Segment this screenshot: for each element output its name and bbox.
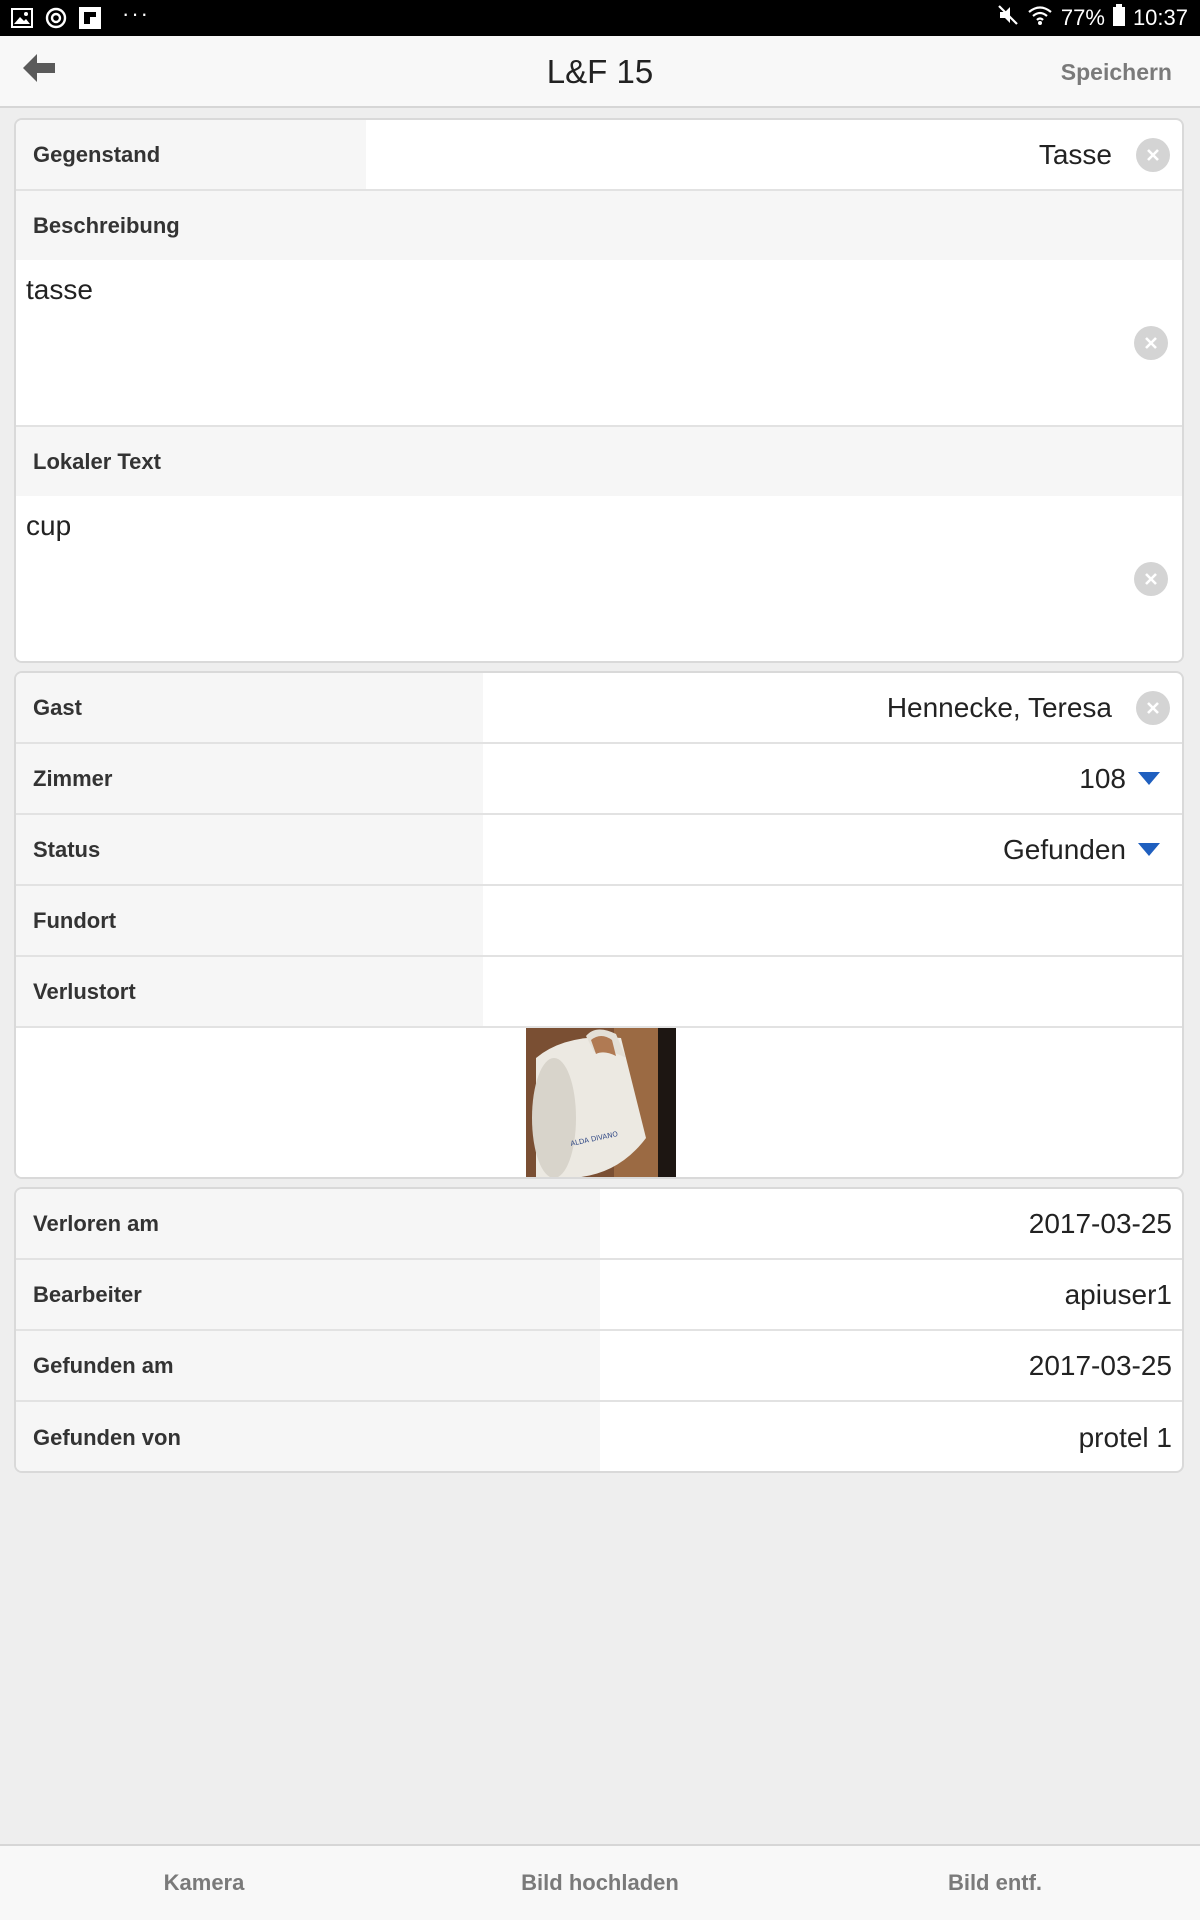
fundort-input[interactable] [483,886,1182,955]
gefunden-am-label: Gefunden am [16,1331,600,1400]
beschreibung-clear-button[interactable] [1134,326,1168,360]
verlustort-input[interactable] [483,957,1182,1026]
beschreibung-input[interactable]: tasse [26,270,1112,425]
gefunden-am-value: 2017-03-25 [1028,1349,1172,1381]
chevron-down-icon[interactable] [1138,772,1160,785]
gegenstand-field[interactable]: Tasse [366,120,1182,189]
mute-icon [997,4,1019,32]
camera-button[interactable]: Kamera [104,1846,304,1920]
item-photo[interactable]: ALDA DIVANO [526,1028,676,1177]
lokaler-text-field[interactable]: cup [16,496,1182,661]
more-notifications-icon: ··· [122,1,150,26]
gegenstand-clear-button[interactable] [1136,137,1170,172]
close-icon [1145,573,1157,585]
upload-image-button[interactable]: Bild hochladen [480,1846,720,1920]
lokaler-text-input[interactable]: cup [26,506,1112,661]
fundort-row: Fundort [16,886,1182,957]
status-bar-right: 77% 10:37 [997,4,1188,32]
verloren-am-row: Verloren am 2017-03-25 [16,1189,1182,1260]
zimmer-select[interactable]: 108 [483,744,1182,813]
gefunden-von-field[interactable]: protel 1 [600,1402,1182,1471]
status-row: Status Gefunden [16,815,1182,886]
gast-value: Hennecke, Teresa [886,691,1112,723]
verloren-am-field[interactable]: 2017-03-25 [600,1189,1182,1258]
bearbeiter-value: apiuser1 [1064,1278,1172,1310]
fundort-label: Fundort [16,886,483,955]
guest-card: Gast Hennecke, Teresa Zimmer 108 Status … [14,671,1184,1179]
close-icon [1147,148,1159,161]
gefunden-von-label: Gefunden von [16,1402,600,1471]
flipboard-icon [78,7,102,29]
gegenstand-value: Tasse [1038,138,1112,170]
gefunden-von-value: protel 1 [1078,1421,1172,1453]
status-label: Status [16,815,483,884]
back-button[interactable] [18,50,62,90]
app-header: L&F 15 Speichern [0,36,1200,108]
gast-row: Gast Hennecke, Teresa [16,673,1182,744]
status-bar: ··· 77% 10:37 [0,0,1200,36]
close-icon [1147,701,1159,714]
arrow-left-icon [23,53,57,87]
beschreibung-field[interactable]: tasse [16,260,1182,427]
lokaler-text-label: Lokaler Text [16,427,1182,496]
beschreibung-label: Beschreibung [16,191,1182,260]
bearbeiter-field[interactable]: apiuser1 [600,1260,1182,1329]
sync-icon [44,7,68,29]
gefunden-am-field[interactable]: 2017-03-25 [600,1331,1182,1400]
item-card: Gegenstand Tasse Beschreibung tasse Loka… [14,118,1184,663]
wifi-icon [1027,4,1053,32]
zimmer-label: Zimmer [16,744,483,813]
close-icon [1145,337,1157,349]
zimmer-row: Zimmer 108 [16,744,1182,815]
bearbeiter-row: Bearbeiter apiuser1 [16,1260,1182,1331]
info-card: Verloren am 2017-03-25 Bearbeiter apiuse… [14,1187,1184,1473]
status-select[interactable]: Gefunden [483,815,1182,884]
status-bar-left: ··· [10,1,150,31]
photo-row: ALDA DIVANO [16,1028,1182,1177]
verloren-am-value: 2017-03-25 [1028,1207,1172,1239]
remove-image-button[interactable]: Bild entf. [895,1846,1095,1920]
verlustort-label: Verlustort [16,957,483,1026]
gallery-icon [10,7,34,29]
verlustort-row: Verlustort [16,957,1182,1028]
gefunden-von-row: Gefunden von protel 1 [16,1402,1182,1471]
page-title: L&F 15 [546,53,654,90]
gefunden-am-row: Gefunden am 2017-03-25 [16,1331,1182,1402]
chevron-down-icon[interactable] [1138,843,1160,856]
battery-icon [1112,4,1125,32]
gast-clear-button[interactable] [1136,690,1170,725]
verloren-am-label: Verloren am [16,1189,600,1258]
status-value: Gefunden [1003,833,1126,865]
lokaler-text-clear-button[interactable] [1134,562,1168,596]
bottom-toolbar: Kamera Bild hochladen Bild entf. [0,1844,1200,1920]
save-button[interactable]: Speichern [1061,36,1172,108]
gast-label: Gast [16,673,483,742]
gast-field[interactable]: Hennecke, Teresa [483,673,1182,742]
gegenstand-label: Gegenstand [16,120,366,189]
clock: 10:37 [1132,5,1188,30]
battery-percent: 77% [1060,5,1105,30]
zimmer-value: 108 [1079,762,1126,794]
gegenstand-row: Gegenstand Tasse [16,120,1182,191]
bearbeiter-label: Bearbeiter [16,1260,600,1329]
